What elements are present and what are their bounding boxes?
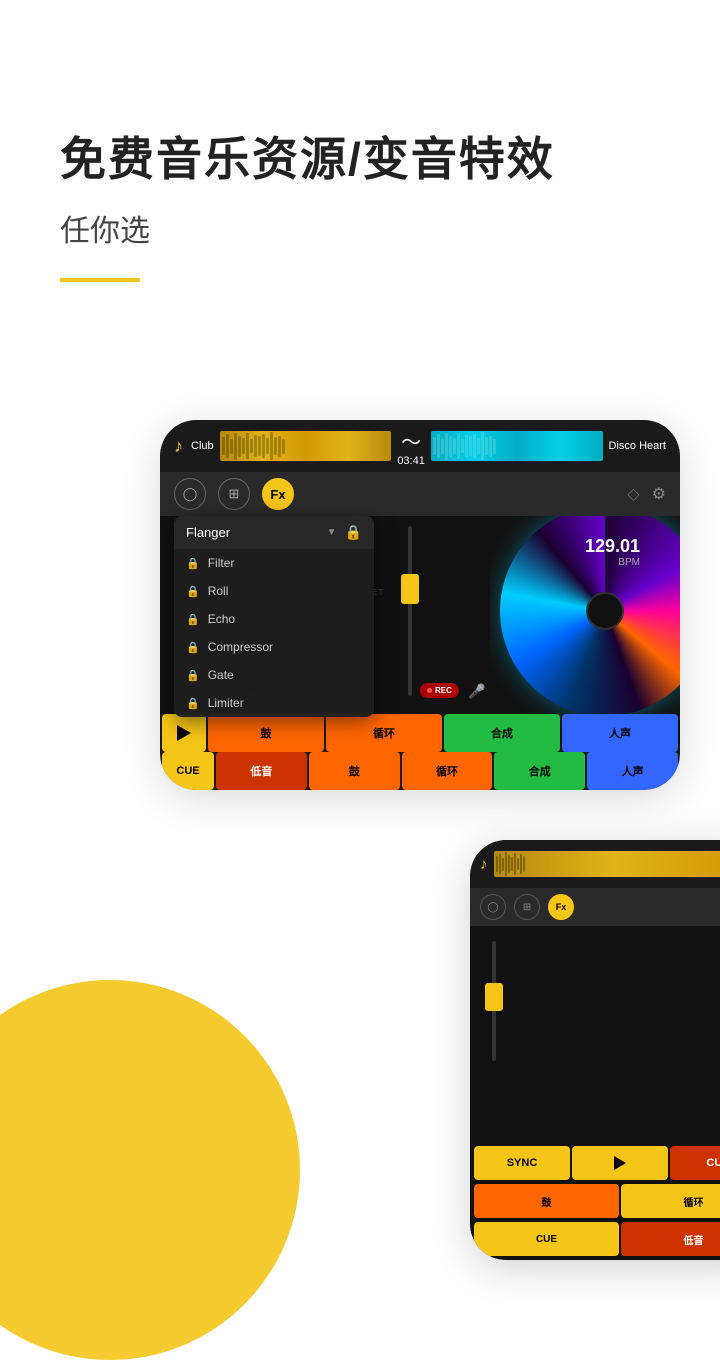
play-icon — [177, 725, 191, 741]
dj-app-screen-1: ♪ Club — [160, 420, 680, 790]
main-title: 免费音乐资源/变音特效 — [60, 130, 660, 190]
waveform-right — [431, 431, 603, 461]
dj-header: ♪ Club — [160, 420, 680, 472]
header-center: 〜 03:41 — [397, 426, 425, 467]
gear-icon[interactable]: ⚙ — [652, 484, 666, 504]
mic-icon[interactable]: 🎤 — [468, 683, 485, 700]
rec-label: REC — [435, 686, 452, 695]
phone2-fx-btn[interactable]: Fx — [548, 894, 574, 920]
cue-button[interactable]: CUE — [162, 752, 214, 790]
dj-app-screen-2: ♪ Club ◯ ⊞ Fx — [470, 840, 720, 1260]
phone2-btn-b2[interactable]: 循环 — [621, 1184, 720, 1218]
phone2-controls: ◯ ⊞ Fx — [470, 888, 720, 926]
phone2-header: ♪ Club — [470, 840, 720, 888]
fx-item-label-roll: Roll — [208, 584, 229, 598]
btn-loop-2[interactable]: 循环 — [402, 752, 493, 790]
phone2-cue-button[interactable]: CUE — [670, 1146, 720, 1180]
bottom-row-1: 鼓 循环 合成 人声 — [160, 714, 680, 752]
header-section: 免费音乐资源/变音特效 任你选 — [60, 130, 660, 282]
phone2-mixer-btn[interactable]: ⊞ — [514, 894, 540, 920]
fx-item-gate[interactable]: 🔒 Gate — [174, 661, 374, 689]
phone2-note-icon: ♪ — [480, 856, 488, 873]
bpm-display: 129.01 BPM — [585, 536, 640, 568]
mixer-btn[interactable]: ⊞ — [218, 478, 250, 510]
fx-item-label-echo: Echo — [208, 612, 235, 626]
lock-icon-limiter: 🔒 — [186, 697, 200, 710]
fx-item-roll[interactable]: 🔒 Roll — [174, 577, 374, 605]
controls-row: ◯ ⊞ Fx ◇ ⚙ — [160, 472, 680, 516]
track-name-right: Disco Heart — [609, 440, 666, 452]
fx-item-label-compressor: Compressor — [208, 640, 273, 654]
lock-icon-gate: 🔒 — [186, 669, 200, 682]
btn-drum-2[interactable]: 鼓 — [309, 752, 400, 790]
rec-dot — [427, 688, 432, 693]
fx-item-limiter[interactable]: 🔒 Limiter — [174, 689, 374, 717]
fx-item-label-gate: Gate — [208, 668, 234, 682]
btn-vocal-2[interactable]: 人声 — [587, 752, 678, 790]
header-left: ♪ Club — [174, 436, 214, 457]
fx-selected: Flanger — [186, 525, 319, 540]
fx-arrow-icon[interactable]: ▼ — [327, 527, 337, 538]
fx-item-compressor[interactable]: 🔒 Compressor — [174, 633, 374, 661]
lock-icon-roll: 🔒 — [186, 585, 200, 598]
phone2-row2: 鼓 循环 — [474, 1184, 720, 1218]
vinyl-area: 129.01 BPM — [490, 516, 680, 746]
fader-handle[interactable] — [401, 574, 419, 604]
phone-mockup-2: ♪ Club ◯ ⊞ Fx — [470, 840, 720, 1260]
fx-btn[interactable]: Fx — [262, 478, 294, 510]
lock-icon-filter: 🔒 — [186, 557, 200, 570]
phone2-play-button[interactable] — [572, 1146, 668, 1180]
phone2-btn-b1[interactable]: 鼓 — [474, 1184, 619, 1218]
fx-lock-icon[interactable]: 🔒 — [345, 524, 362, 541]
phone2-btn-c1[interactable]: CUE — [474, 1222, 619, 1256]
btn-bass[interactable]: 低音 — [216, 752, 307, 790]
btn-synth-1[interactable]: 合成 — [444, 714, 560, 752]
track-name-left: Club — [191, 440, 214, 452]
rec-button[interactable]: REC — [420, 683, 459, 698]
fx-dropdown-header: Flanger ▼ 🔒 — [174, 516, 374, 549]
heartbeat-icon: 〜 — [401, 432, 421, 454]
sub-title: 任你选 — [60, 206, 660, 250]
diamond-icon[interactable]: ◇ — [627, 484, 639, 504]
phone2-fader-track — [492, 941, 496, 1061]
fader-track — [408, 526, 412, 696]
sync-button[interactable]: SYNC — [474, 1146, 570, 1180]
phone2-fader-handle[interactable] — [485, 983, 503, 1011]
phone-mockup-1: ♪ Club — [160, 420, 680, 790]
bpm-label: BPM — [585, 557, 640, 568]
fx-item-echo[interactable]: 🔒 Echo — [174, 605, 374, 633]
yellow-divider — [60, 278, 140, 282]
bottom-row-2: CUE 低音 鼓 循环 合成 人声 — [160, 752, 680, 790]
btn-drum-1[interactable]: 鼓 — [208, 714, 324, 752]
phone2-btn-c2[interactable]: 低音 — [621, 1222, 720, 1256]
phone2-row3: CUE 低音 — [474, 1222, 720, 1256]
decoration-circle — [0, 980, 300, 1360]
phone2-main: SYNC CUE 鼓 循环 CUE 低音 — [470, 926, 720, 1260]
btn-loop-1[interactable]: 循环 — [326, 714, 442, 752]
time-display: 03:41 — [397, 455, 425, 467]
fx-item-filter[interactable]: 🔒 Filter — [174, 549, 374, 577]
btn-vocal-1[interactable]: 人声 — [562, 714, 678, 752]
play-button[interactable] — [162, 714, 206, 752]
fx-dropdown: Flanger ▼ 🔒 🔒 Filter 🔒 Roll 🔒 Echo 🔒 Com… — [174, 516, 374, 717]
btn-synth-2[interactable]: 合成 — [494, 752, 585, 790]
vinyl-center — [586, 592, 624, 630]
lock-icon-echo: 🔒 — [186, 613, 200, 626]
phone2-play-icon — [614, 1156, 626, 1170]
phone2-eq-btn[interactable]: ◯ — [480, 894, 506, 920]
eq-btn[interactable]: ◯ — [174, 478, 206, 510]
music-note-icon: ♪ — [174, 436, 183, 457]
lock-icon-compressor: 🔒 — [186, 641, 200, 654]
phone2-sync-row: SYNC CUE — [474, 1146, 720, 1180]
fx-item-label-limiter: Limiter — [208, 696, 244, 710]
fx-item-label-filter: Filter — [208, 556, 235, 570]
waveform-left — [220, 431, 392, 461]
bpm-number: 129.01 — [585, 536, 640, 557]
